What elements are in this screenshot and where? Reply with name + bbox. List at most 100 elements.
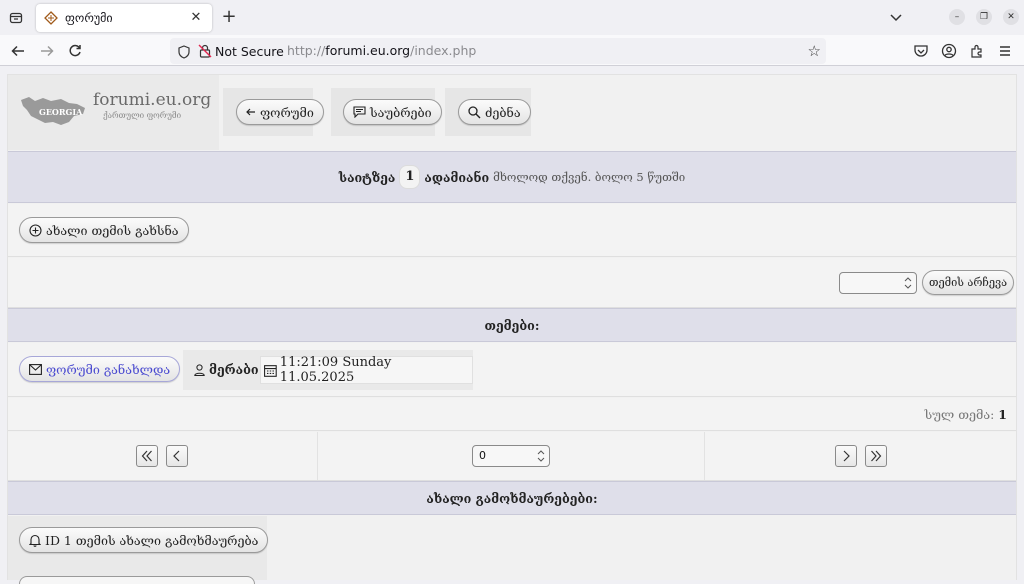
- choose-topic-button[interactable]: თემის არჩევა: [922, 270, 1015, 295]
- user-icon: [194, 363, 205, 376]
- url-text[interactable]: http://forumi.eu.org/index.php: [287, 43, 476, 58]
- messages-button-label: საუბრები: [370, 104, 432, 120]
- new-topic-row: ახალი თემის გახსნა: [7, 204, 1017, 257]
- topic-title-link[interactable]: ფორუმი განახლდა: [19, 356, 181, 382]
- topic-select[interactable]: [839, 272, 917, 294]
- double-chevron-left-icon: [141, 450, 152, 462]
- topic-datetime-text: 11:21:09 Sunday 11.05.2025: [279, 355, 392, 385]
- tab-title: ფორუმი: [65, 11, 113, 25]
- tab-list-icon[interactable]: [6, 8, 26, 28]
- new-topic-label: ახალი თემის გახსნა: [46, 222, 179, 238]
- first-page-button[interactable]: [136, 445, 158, 467]
- total-row: სულ თემა: 1: [7, 398, 1017, 431]
- extensions-icon[interactable]: [968, 42, 986, 60]
- topics-header-bar: თემები:: [7, 308, 1017, 342]
- url-bar[interactable]: Not Secure http://forumi.eu.org/index.ph…: [170, 38, 826, 64]
- news-item-button[interactable]: ID 1 თემის ახალი გამოხმაურება: [19, 527, 269, 553]
- minimize-icon[interactable]: –: [949, 9, 965, 25]
- messages-button[interactable]: საუბრები: [343, 99, 442, 125]
- topic-author[interactable]: მერაბი: [194, 362, 259, 377]
- bookmark-star-icon[interactable]: ☆: [808, 42, 821, 60]
- new-tab-icon[interactable]: +: [220, 8, 238, 26]
- chevron-right-icon: [843, 450, 850, 462]
- browser-nav-bar: Not Secure http://forumi.eu.org/index.ph…: [0, 35, 1024, 66]
- url-host: forumi.eu.org: [325, 43, 411, 58]
- search-button[interactable]: ძებნა: [458, 99, 531, 125]
- online-prefix: საიტზეა: [338, 169, 396, 185]
- page-select-value: 0: [479, 449, 486, 462]
- new-topic-button[interactable]: ახალი თემის გახსნა: [19, 217, 189, 243]
- next-page-button[interactable]: [835, 445, 857, 467]
- topics-header: თემები:: [484, 317, 540, 333]
- forward-icon[interactable]: [37, 41, 57, 61]
- nav-cell-messages: საუბრები: [331, 88, 442, 136]
- search-button-label: ძებნა: [485, 104, 521, 120]
- topic-title: ფორუმი განახლდა: [46, 361, 171, 377]
- back-icon[interactable]: [8, 41, 28, 61]
- online-count-badge: 1: [399, 165, 421, 189]
- topic-datetime: 11:21:09 Sunday 11.05.2025: [260, 355, 473, 385]
- topic-meta: მერაბი 11:21:09 Sunday 11.05.2025: [183, 350, 473, 390]
- topic-row: ფორუმი განახლდა მერაბი 11:21:09 Sunday 1…: [7, 343, 1017, 397]
- reload-icon[interactable]: [65, 41, 85, 61]
- page-select[interactable]: 0: [472, 445, 550, 467]
- topic-author-name: მერაბი: [209, 362, 259, 377]
- online-suffix: ადამიანი: [424, 169, 490, 185]
- site-security-indicator[interactable]: Not Secure: [198, 42, 284, 60]
- site-logo[interactable]: GEORGIA forumi.eu.org ქართული ფორუმი: [7, 74, 219, 150]
- browser-tab[interactable]: ფორუმი ✕: [36, 4, 212, 32]
- url-scheme: http://: [287, 43, 326, 58]
- forum-button-label: ფორუმი: [260, 104, 314, 120]
- news-item-label: ID 1 თემის ახალი გამოხმაურება: [45, 532, 259, 548]
- site-subtitle: ქართული ფორუმი: [103, 111, 182, 120]
- tab-close-icon[interactable]: ✕: [188, 10, 204, 26]
- online-note: მხოლოდ თქვენ. ბოლო 5 წუთში: [493, 170, 686, 184]
- map-label: GEORGIA: [39, 107, 83, 117]
- georgia-map-icon: GEORGIA: [21, 97, 85, 125]
- total-topics: სულ თემა: 1: [925, 407, 1007, 422]
- window-close-icon[interactable]: ✕: [1003, 9, 1019, 25]
- account-icon[interactable]: [940, 42, 958, 60]
- site-title: forumi.eu.org: [93, 90, 212, 110]
- total-value: 1: [998, 407, 1007, 422]
- chevron-left-icon: [173, 450, 180, 462]
- arrow-left-icon: [246, 108, 255, 116]
- double-chevron-right-icon: [871, 450, 882, 462]
- last-page-button[interactable]: [865, 445, 887, 467]
- tracking-protection-icon[interactable]: [177, 44, 191, 59]
- topic-select-row: თემის არჩევა: [7, 258, 1017, 308]
- site-favicon-icon: [44, 11, 58, 25]
- url-path: /index.php: [410, 43, 477, 58]
- restore-icon[interactable]: ❐: [976, 9, 992, 25]
- online-users-bar: საიტზეა 1 ადამიანი მხოლოდ თქვენ. ბოლო 5 …: [7, 151, 1017, 203]
- pager-row: 0: [7, 432, 1017, 481]
- news-list: ID 1 თემის ახალი გამოხმაურება: [7, 516, 269, 584]
- insecure-lock-icon: [198, 44, 212, 58]
- pager-right: [705, 432, 1017, 480]
- news-item-button-partial[interactable]: [19, 576, 255, 584]
- total-label: სულ თემა:: [924, 407, 995, 422]
- message-icon: [353, 106, 366, 118]
- search-icon: [468, 105, 481, 118]
- nav-cell-forum: ფორუმი: [223, 88, 324, 136]
- list-all-tabs-icon[interactable]: [888, 9, 904, 25]
- news-header: ახალი გამოხმაურებები:: [426, 490, 598, 506]
- menu-icon[interactable]: [996, 42, 1014, 60]
- pager-middle: 0: [318, 432, 705, 480]
- pager-left: [7, 432, 318, 480]
- select-spinner-icon: [904, 277, 912, 289]
- calendar-icon: [264, 364, 277, 377]
- choose-topic-label: თემის არჩევა: [929, 276, 1008, 289]
- nav-cell-search: ძებნა: [445, 88, 531, 136]
- browser-tab-bar: ფორუმი ✕ + – ❐ ✕: [0, 0, 1024, 35]
- forum-button[interactable]: ფორუმი: [236, 99, 324, 125]
- security-label: Not Secure: [215, 43, 284, 59]
- pocket-icon[interactable]: [912, 42, 930, 60]
- forum-page: GEORGIA forumi.eu.org ქართული ფორუმი ფორ…: [7, 74, 1017, 584]
- prev-page-button[interactable]: [166, 445, 188, 467]
- bell-icon: [29, 534, 41, 547]
- page-spinner-icon: [537, 450, 545, 462]
- news-header-bar: ახალი გამოხმაურებები:: [7, 481, 1017, 515]
- envelope-icon: [29, 363, 42, 375]
- plus-circle-icon: [29, 223, 42, 237]
